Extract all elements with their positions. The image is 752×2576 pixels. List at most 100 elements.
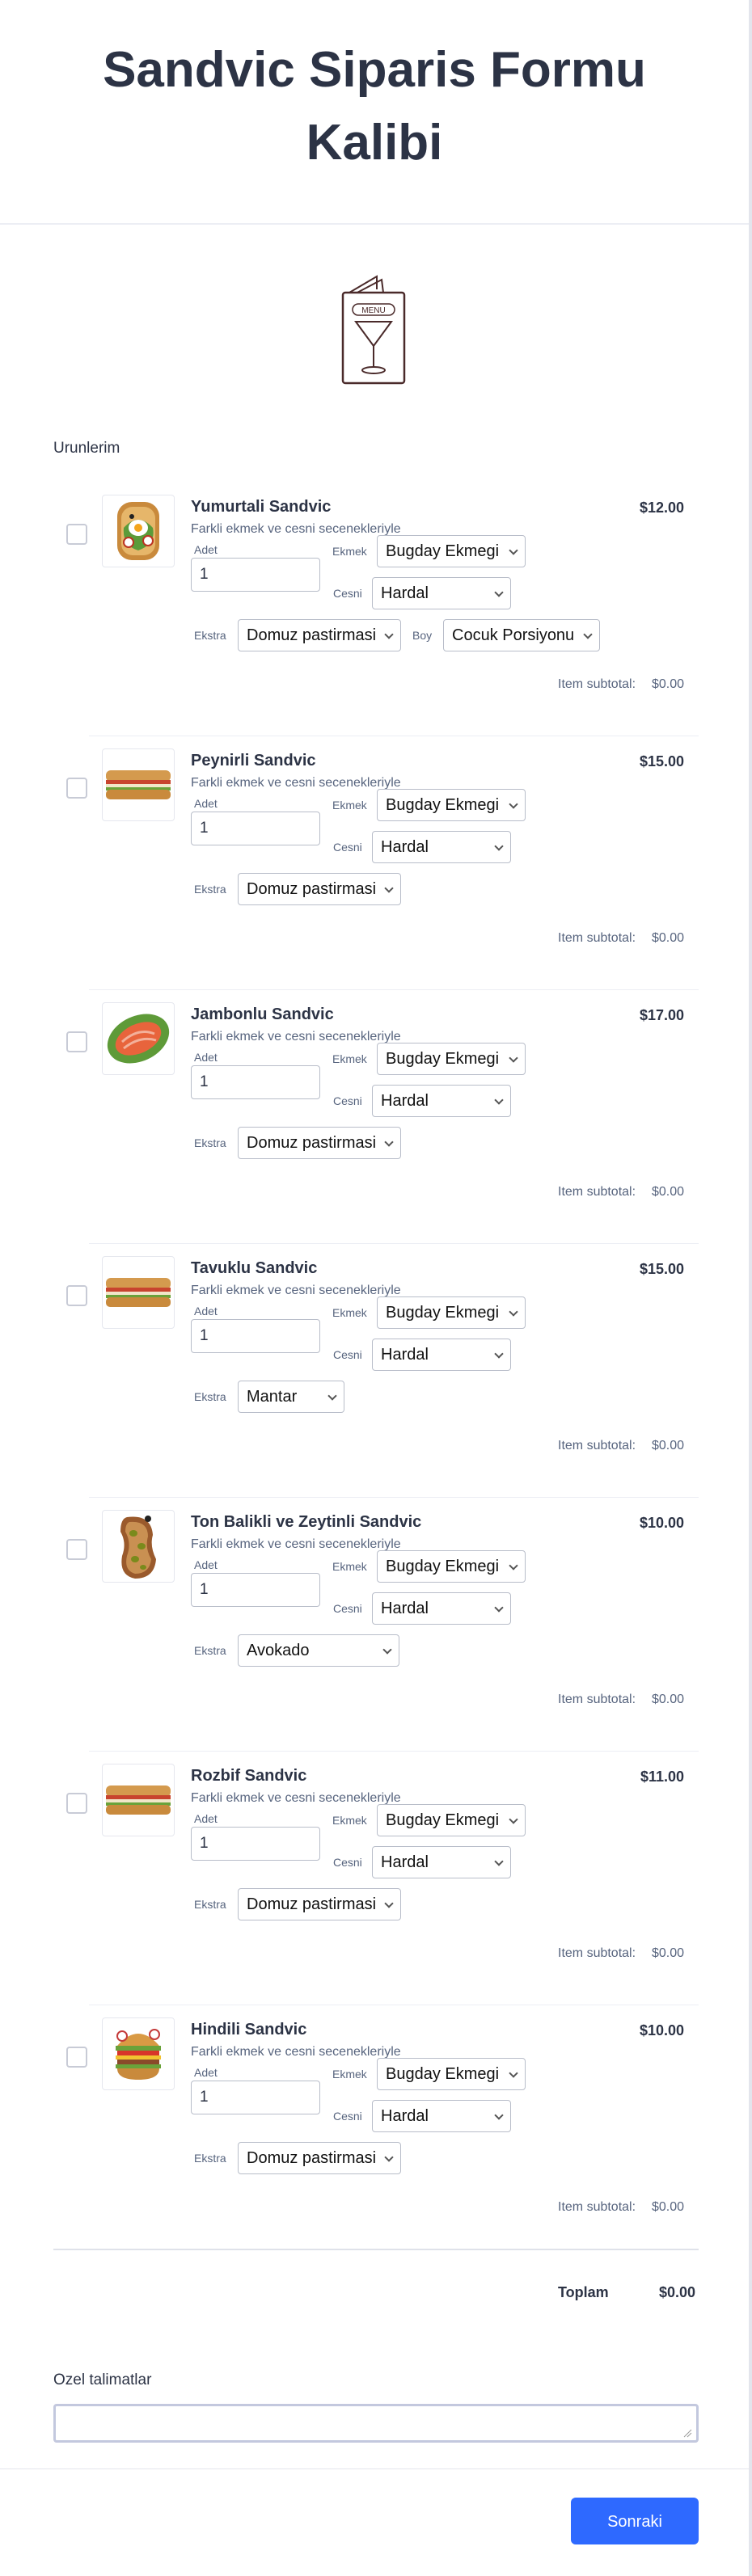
product-checkbox[interactable] xyxy=(66,2047,87,2068)
product-image xyxy=(102,1764,175,1836)
sauce-select-value: Hardal xyxy=(381,1853,429,1871)
extra-select[interactable]: Domuz pastirmasi xyxy=(238,1127,401,1159)
product-image xyxy=(102,1256,175,1329)
bread-select[interactable]: Bugday Ekmegi xyxy=(377,2058,526,2090)
extra-select-value: Mantar xyxy=(247,1388,298,1406)
sauce-select-value: Hardal xyxy=(381,584,429,602)
item-subtotal-label: Item subtotal: xyxy=(558,2200,636,2214)
product-item: Rozbif Sandvic Farkli ekmek ve cesni sece… xyxy=(53,1751,699,2003)
extra-label: Ekstra xyxy=(194,1136,226,1149)
product-image xyxy=(102,1002,175,1075)
item-subtotal-value: $0.00 xyxy=(651,1693,684,1706)
qty-label: Adet xyxy=(194,797,218,810)
sauce-select[interactable]: Hardal xyxy=(372,2100,511,2132)
bread-select[interactable]: Bugday Ekmegi xyxy=(377,1296,526,1329)
bread-select[interactable]: Bugday Ekmegi xyxy=(377,1043,526,1075)
qty-label: Adet xyxy=(194,1051,218,1064)
resize-handle-icon[interactable] xyxy=(682,2428,692,2438)
product-item: Ton Balikli ve Zeytinli Sandvic Farkli ek… xyxy=(53,1497,699,1749)
bread-select-value: Bugday Ekmegi xyxy=(386,542,500,560)
extra-select[interactable]: Avokado xyxy=(238,1634,399,1667)
sauce-select[interactable]: Hardal xyxy=(372,1085,511,1117)
product-description: Farkli ekmek ve cesni secenekleriyle xyxy=(191,522,401,536)
chevron-down-icon xyxy=(494,1095,504,1105)
chevron-down-icon xyxy=(384,2152,394,2162)
chevron-down-icon xyxy=(384,630,394,639)
product-image xyxy=(102,1510,175,1583)
extra-select[interactable]: Mantar xyxy=(238,1381,344,1413)
bread-select[interactable]: Bugday Ekmegi xyxy=(377,789,526,821)
product-checkbox[interactable] xyxy=(66,778,87,799)
product-checkbox[interactable] xyxy=(66,1539,87,1560)
sauce-select[interactable]: Hardal xyxy=(372,1339,511,1371)
product-item: Tavuklu Sandvic Farkli ekmek ve cesni sec… xyxy=(53,1243,699,1495)
product-price: $10.00 xyxy=(639,1515,684,1531)
product-checkbox[interactable] xyxy=(66,1031,87,1052)
chevron-down-icon xyxy=(494,1857,504,1866)
total-divider xyxy=(53,2249,699,2250)
product-description: Farkli ekmek ve cesni secenekleriyle xyxy=(191,1537,401,1551)
qty-input[interactable] xyxy=(191,1319,320,1353)
extra-select[interactable]: Domuz pastirmasi xyxy=(238,2142,401,2174)
bread-label: Ekmek xyxy=(332,1306,367,1319)
item-subtotal-label: Item subtotal: xyxy=(558,1439,636,1452)
extra-label: Ekstra xyxy=(194,883,226,896)
product-name: Yumurtali Sandvic xyxy=(191,498,332,516)
product-price: $10.00 xyxy=(639,2022,684,2038)
product-name: Tavuklu Sandvic xyxy=(191,1259,318,1277)
product-description: Farkli ekmek ve cesni secenekleriyle xyxy=(191,1791,401,1805)
item-subtotal-label: Item subtotal: xyxy=(558,1946,636,1960)
extra-select[interactable]: Domuz pastirmasi xyxy=(238,619,401,651)
extra-select[interactable]: Domuz pastirmasi xyxy=(238,1888,401,1920)
sauce-select[interactable]: Hardal xyxy=(372,1592,511,1625)
product-item: Yumurtali Sandvic Farkli ekmek ve cesni s… xyxy=(53,482,699,734)
bread-label: Ekmek xyxy=(332,2068,367,2081)
bread-label: Ekmek xyxy=(332,799,367,812)
item-subtotal-value: $0.00 xyxy=(651,931,684,945)
qty-input[interactable] xyxy=(191,1573,320,1607)
sauce-select[interactable]: Hardal xyxy=(372,577,511,609)
qty-input[interactable] xyxy=(191,812,320,845)
notes-textarea[interactable] xyxy=(53,2404,699,2443)
bread-select[interactable]: Bugday Ekmegi xyxy=(377,535,526,567)
qty-label: Adet xyxy=(194,2066,218,2079)
chevron-down-icon xyxy=(509,1815,518,1824)
sauce-label: Cesni xyxy=(333,841,362,854)
item-subtotal-value: $0.00 xyxy=(651,1439,684,1452)
extra-label: Ekstra xyxy=(194,629,226,642)
sauce-select[interactable]: Hardal xyxy=(372,1846,511,1878)
sauce-select-value: Hardal xyxy=(381,1346,429,1364)
total-value: $0.00 xyxy=(658,2284,695,2300)
product-checkbox[interactable] xyxy=(66,524,87,545)
chevron-down-icon xyxy=(384,883,394,893)
product-checkbox[interactable] xyxy=(66,1793,87,1814)
qty-input[interactable] xyxy=(191,1827,320,1861)
sauce-label: Cesni xyxy=(333,2110,362,2123)
product-image xyxy=(102,748,175,821)
scrollbar-edge xyxy=(749,0,752,2576)
total-label: Toplam xyxy=(558,2284,609,2300)
next-button[interactable]: Sonraki xyxy=(571,2498,699,2544)
extra-label: Ekstra xyxy=(194,2152,226,2165)
product-name: Jambonlu Sandvic xyxy=(191,1006,334,1023)
chevron-down-icon xyxy=(509,799,518,809)
sauce-label: Cesni xyxy=(333,1602,362,1615)
sauce-select-value: Hardal xyxy=(381,2107,429,2125)
sauce-label: Cesni xyxy=(333,1348,362,1361)
size-select[interactable]: Cocuk Porsiyonu xyxy=(443,619,600,651)
product-divider xyxy=(89,1497,699,1498)
bread-select[interactable]: Bugday Ekmegi xyxy=(377,1804,526,1836)
qty-input[interactable] xyxy=(191,2081,320,2114)
extra-select[interactable]: Domuz pastirmasi xyxy=(238,873,401,905)
bread-select[interactable]: Bugday Ekmegi xyxy=(377,1550,526,1583)
chevron-down-icon xyxy=(327,1391,337,1401)
extra-select-value: Domuz pastirmasi xyxy=(247,1134,377,1152)
chevron-down-icon xyxy=(494,1603,504,1613)
product-divider xyxy=(89,1243,699,1244)
product-checkbox[interactable] xyxy=(66,1285,87,1306)
qty-input[interactable] xyxy=(191,558,320,592)
chevron-down-icon xyxy=(384,1899,394,1908)
sauce-select[interactable]: Hardal xyxy=(372,831,511,863)
size-select-value: Cocuk Porsiyonu xyxy=(452,626,575,644)
qty-input[interactable] xyxy=(191,1065,320,1099)
